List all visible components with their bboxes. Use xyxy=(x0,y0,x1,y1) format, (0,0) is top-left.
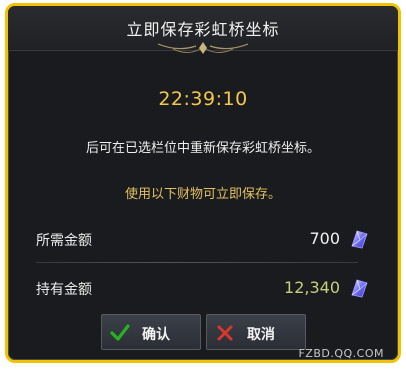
cancel-button[interactable]: 取消 xyxy=(206,314,306,350)
crystal-currency-icon xyxy=(351,279,368,298)
cancel-button-label: 取消 xyxy=(247,327,275,343)
header-ornament-icon xyxy=(157,42,249,54)
owned-amount-label: 持有金额 xyxy=(36,282,92,298)
owned-amount-value: 12,340 xyxy=(284,278,340,297)
confirm-button[interactable]: 确认 xyxy=(101,314,201,350)
save-coordinates-dialog: 立即保存彩虹桥坐标 22:39:10 后可在已选栏位中重新保存彩虹桥坐标。 使用… xyxy=(5,3,401,363)
countdown-timer: 22:39:10 xyxy=(158,88,248,110)
confirm-button-label: 确认 xyxy=(142,327,170,343)
required-amount-value: 700 xyxy=(309,229,340,248)
row-divider xyxy=(36,262,358,263)
description-text: 后可在已选栏位中重新保存彩虹桥坐标。 xyxy=(85,141,320,156)
hint-text: 使用以下财物可立即保存。 xyxy=(124,187,281,202)
checkmark-icon xyxy=(110,324,130,341)
required-amount-label: 所需金额 xyxy=(36,233,92,249)
crystal-currency-icon xyxy=(351,230,368,249)
watermark-text: FZBD.QQ.COM xyxy=(298,347,384,360)
dialog-title: 立即保存彩虹桥坐标 xyxy=(126,20,280,39)
owned-amount-row: 持有金额 12,340 xyxy=(36,277,370,301)
required-amount-row: 所需金额 700 xyxy=(36,228,370,252)
close-icon xyxy=(217,325,233,341)
